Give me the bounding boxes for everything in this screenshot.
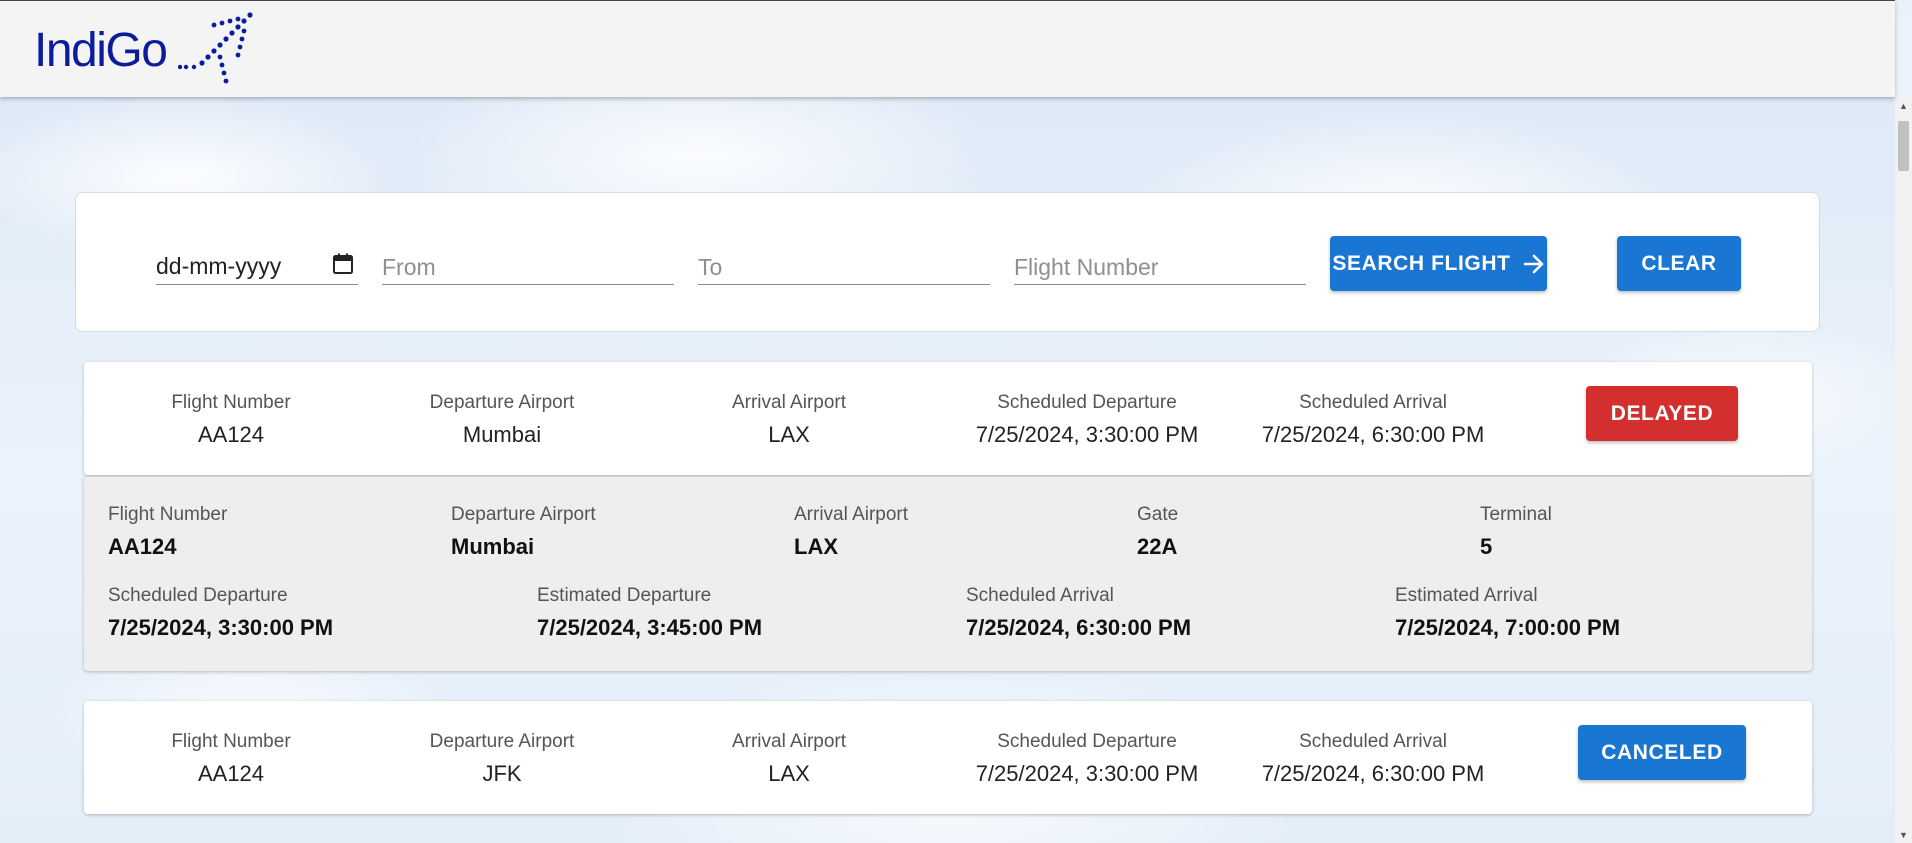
detail-scheduled-arrival-value: 7/25/2024, 6:30:00 PM xyxy=(966,615,1192,640)
detail-arrival-airport-value: LAX xyxy=(794,534,838,559)
arrival-airport-label: Arrival Airport xyxy=(731,731,847,752)
departure-airport-value: JFK xyxy=(482,761,522,786)
detail-estimated-departure-value: 7/25/2024, 3:45:00 PM xyxy=(537,615,763,640)
detail-terminal-value: 5 xyxy=(1480,534,1493,559)
app-header: IndiGo xyxy=(0,0,1895,97)
flight-number-column: Flight Number AA124 xyxy=(146,392,316,448)
departure-airport-value: Mumbai xyxy=(462,422,542,447)
arrow-right-icon xyxy=(1523,254,1543,273)
detail-flight-number-value: AA124 xyxy=(108,534,177,559)
arrival-airport-value: LAX xyxy=(768,422,810,447)
indigo-logo[interactable]: IndiGo xyxy=(34,11,258,89)
departure-airport-label: Departure Airport xyxy=(429,392,575,413)
detail-scheduled-departure-value: 7/25/2024, 3:30:00 PM xyxy=(108,615,334,640)
scheduled-arrival-value: 7/25/2024, 6:30:00 PM xyxy=(1261,422,1485,447)
detail-scheduled-departure: Scheduled Departure 7/25/2024, 3:30:00 P… xyxy=(108,585,333,641)
date-field[interactable]: dd-mm-yyyy xyxy=(156,245,358,285)
to-field[interactable] xyxy=(698,245,990,285)
detail-estimated-arrival: Estimated Arrival 7/25/2024, 7:00:00 PM xyxy=(1395,585,1620,641)
status-delayed-button[interactable]: DELAYED xyxy=(1586,386,1738,441)
flight-search-panel: dd-mm-yyyy SEARCH FLIGHT CLEAR xyxy=(75,192,1820,332)
detail-gate-value: 22A xyxy=(1137,534,1178,559)
status-canceled-button[interactable]: CANCELED xyxy=(1578,725,1746,780)
logo-text: IndiGo xyxy=(34,23,168,77)
detail-estimated-arrival-value: 7/25/2024, 7:00:00 PM xyxy=(1395,615,1621,640)
vertical-scrollbar[interactable]: ▲ ▼ xyxy=(1895,97,1912,843)
search-flight-button[interactable]: SEARCH FLIGHT xyxy=(1330,236,1547,291)
scheduled-arrival-column: Scheduled Arrival 7/25/2024, 6:30:00 PM xyxy=(1248,392,1498,448)
detail-estimated-departure-label: Estimated Departure xyxy=(537,585,712,606)
flight-details-panel: Flight Number AA124 Departure Airport Mu… xyxy=(84,477,1812,671)
scheduled-departure-label: Scheduled Departure xyxy=(997,731,1177,752)
scheduled-arrival-column: Scheduled Arrival 7/25/2024, 6:30:00 PM xyxy=(1248,731,1498,787)
detail-gate-label: Gate xyxy=(1137,504,1179,525)
calendar-icon[interactable] xyxy=(332,253,354,275)
flight-number-field[interactable] xyxy=(1014,245,1306,285)
flight-card[interactable]: Flight Number AA124 Departure Airport Mu… xyxy=(84,362,1812,475)
scheduled-departure-column: Scheduled Departure 7/25/2024, 3:30:00 P… xyxy=(962,392,1212,448)
departure-airport-label: Departure Airport xyxy=(429,731,575,752)
detail-scheduled-departure-label: Scheduled Departure xyxy=(108,585,288,606)
from-input[interactable] xyxy=(382,245,674,284)
indigo-dotted-plane-icon xyxy=(178,12,254,84)
flight-number-column: Flight Number AA124 xyxy=(146,731,316,787)
detail-arrival-airport-label: Arrival Airport xyxy=(794,504,909,525)
departure-airport-column: Departure Airport Mumbai xyxy=(402,392,602,448)
scroll-down-arrow-icon[interactable]: ▼ xyxy=(1895,826,1912,843)
scheduled-departure-column: Scheduled Departure 7/25/2024, 3:30:00 P… xyxy=(962,731,1212,787)
clear-button[interactable]: CLEAR xyxy=(1617,236,1741,291)
flight-number-label: Flight Number xyxy=(171,392,291,413)
scrollbar-thumb[interactable] xyxy=(1898,121,1909,171)
detail-scheduled-arrival-label: Scheduled Arrival xyxy=(966,585,1114,606)
detail-scheduled-arrival: Scheduled Arrival 7/25/2024, 6:30:00 PM xyxy=(966,585,1191,641)
detail-flight-number-label: Flight Number xyxy=(108,504,228,525)
detail-estimated-departure: Estimated Departure 7/25/2024, 3:45:00 P… xyxy=(537,585,762,641)
flight-number-value: AA124 xyxy=(197,761,265,786)
detail-terminal: Terminal 5 xyxy=(1480,504,1552,560)
scroll-up-arrow-icon[interactable]: ▲ xyxy=(1895,97,1912,114)
detail-departure-airport: Departure Airport Mumbai xyxy=(451,504,596,560)
flight-number-value: AA124 xyxy=(197,422,265,447)
scheduled-departure-value: 7/25/2024, 3:30:00 PM xyxy=(975,761,1199,786)
flight-number-input[interactable] xyxy=(1014,245,1306,284)
arrival-airport-label: Arrival Airport xyxy=(731,392,847,413)
flight-card[interactable]: Flight Number AA124 Departure Airport JF… xyxy=(84,701,1812,814)
detail-flight-number: Flight Number AA124 xyxy=(108,504,227,560)
arrival-airport-column: Arrival Airport LAX xyxy=(699,731,879,787)
scheduled-arrival-label: Scheduled Arrival xyxy=(1299,731,1447,752)
scheduled-departure-label: Scheduled Departure xyxy=(997,392,1177,413)
flight-number-label: Flight Number xyxy=(171,731,291,752)
date-input-value: dd-mm-yyyy xyxy=(156,253,282,279)
scheduled-arrival-value: 7/25/2024, 6:30:00 PM xyxy=(1261,761,1485,786)
to-input[interactable] xyxy=(698,245,990,284)
from-field[interactable] xyxy=(382,245,674,285)
detail-estimated-arrival-label: Estimated Arrival xyxy=(1395,585,1538,606)
scheduled-arrival-label: Scheduled Arrival xyxy=(1299,392,1447,413)
arrival-airport-column: Arrival Airport LAX xyxy=(699,392,879,448)
detail-terminal-label: Terminal xyxy=(1480,504,1552,525)
detail-departure-airport-label: Departure Airport xyxy=(451,504,596,525)
search-flight-label: SEARCH FLIGHT xyxy=(1332,251,1511,275)
departure-airport-column: Departure Airport JFK xyxy=(402,731,602,787)
scheduled-departure-value: 7/25/2024, 3:30:00 PM xyxy=(975,422,1199,447)
arrival-airport-value: LAX xyxy=(768,761,810,786)
detail-departure-airport-value: Mumbai xyxy=(451,534,535,559)
detail-gate: Gate 22A xyxy=(1137,504,1178,560)
detail-arrival-airport: Arrival Airport LAX xyxy=(794,504,908,560)
